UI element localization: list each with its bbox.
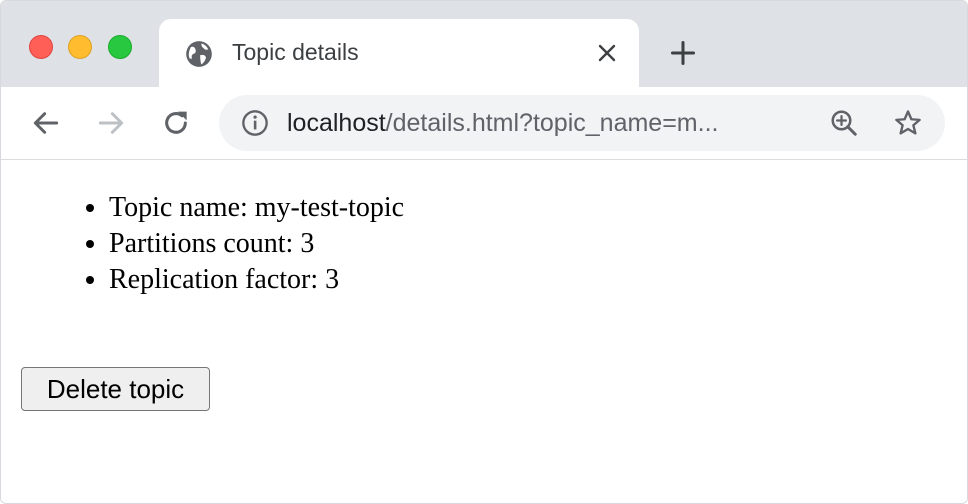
reload-icon[interactable] <box>160 107 192 139</box>
window-close-button[interactable] <box>29 35 53 59</box>
address-bar[interactable]: localhost/details.html?topic_name=m... <box>219 95 945 151</box>
zoom-in-icon[interactable] <box>829 108 859 138</box>
window-maximize-button[interactable] <box>108 35 132 59</box>
new-tab-plus-icon[interactable] <box>669 39 697 67</box>
star-icon[interactable] <box>893 108 923 138</box>
info-icon[interactable] <box>241 109 269 137</box>
url-path: /details.html?topic_name=m... <box>385 109 719 137</box>
url-text[interactable]: localhost/details.html?topic_name=m... <box>287 107 807 139</box>
delete-topic-button[interactable]: Delete topic <box>21 367 210 411</box>
back-arrow-icon[interactable] <box>30 107 62 139</box>
forward-arrow-icon[interactable] <box>95 107 127 139</box>
list-item-topic-name: Topic name: my-test-topic <box>109 190 404 226</box>
tab-title: Topic details <box>232 39 359 65</box>
page-content: Topic name: my-test-topic Partitions cou… <box>1 160 967 503</box>
tab-topic-details[interactable]: Topic details <box>159 19 639 87</box>
globe-icon <box>186 41 212 67</box>
window-minimize-button[interactable] <box>68 35 92 59</box>
topic-details-list: Topic name: my-test-topic Partitions cou… <box>61 190 404 298</box>
url-host: localhost <box>287 109 386 137</box>
close-icon[interactable] <box>595 41 619 65</box>
browser-window: Topic details localhost/details.html?top… <box>0 0 968 504</box>
tab-strip: Topic details <box>1 1 967 87</box>
browser-toolbar: localhost/details.html?topic_name=m... <box>1 87 967 160</box>
list-item-partitions-count: Partitions count: 3 <box>109 226 404 262</box>
list-item-replication-factor: Replication factor: 3 <box>109 262 404 298</box>
